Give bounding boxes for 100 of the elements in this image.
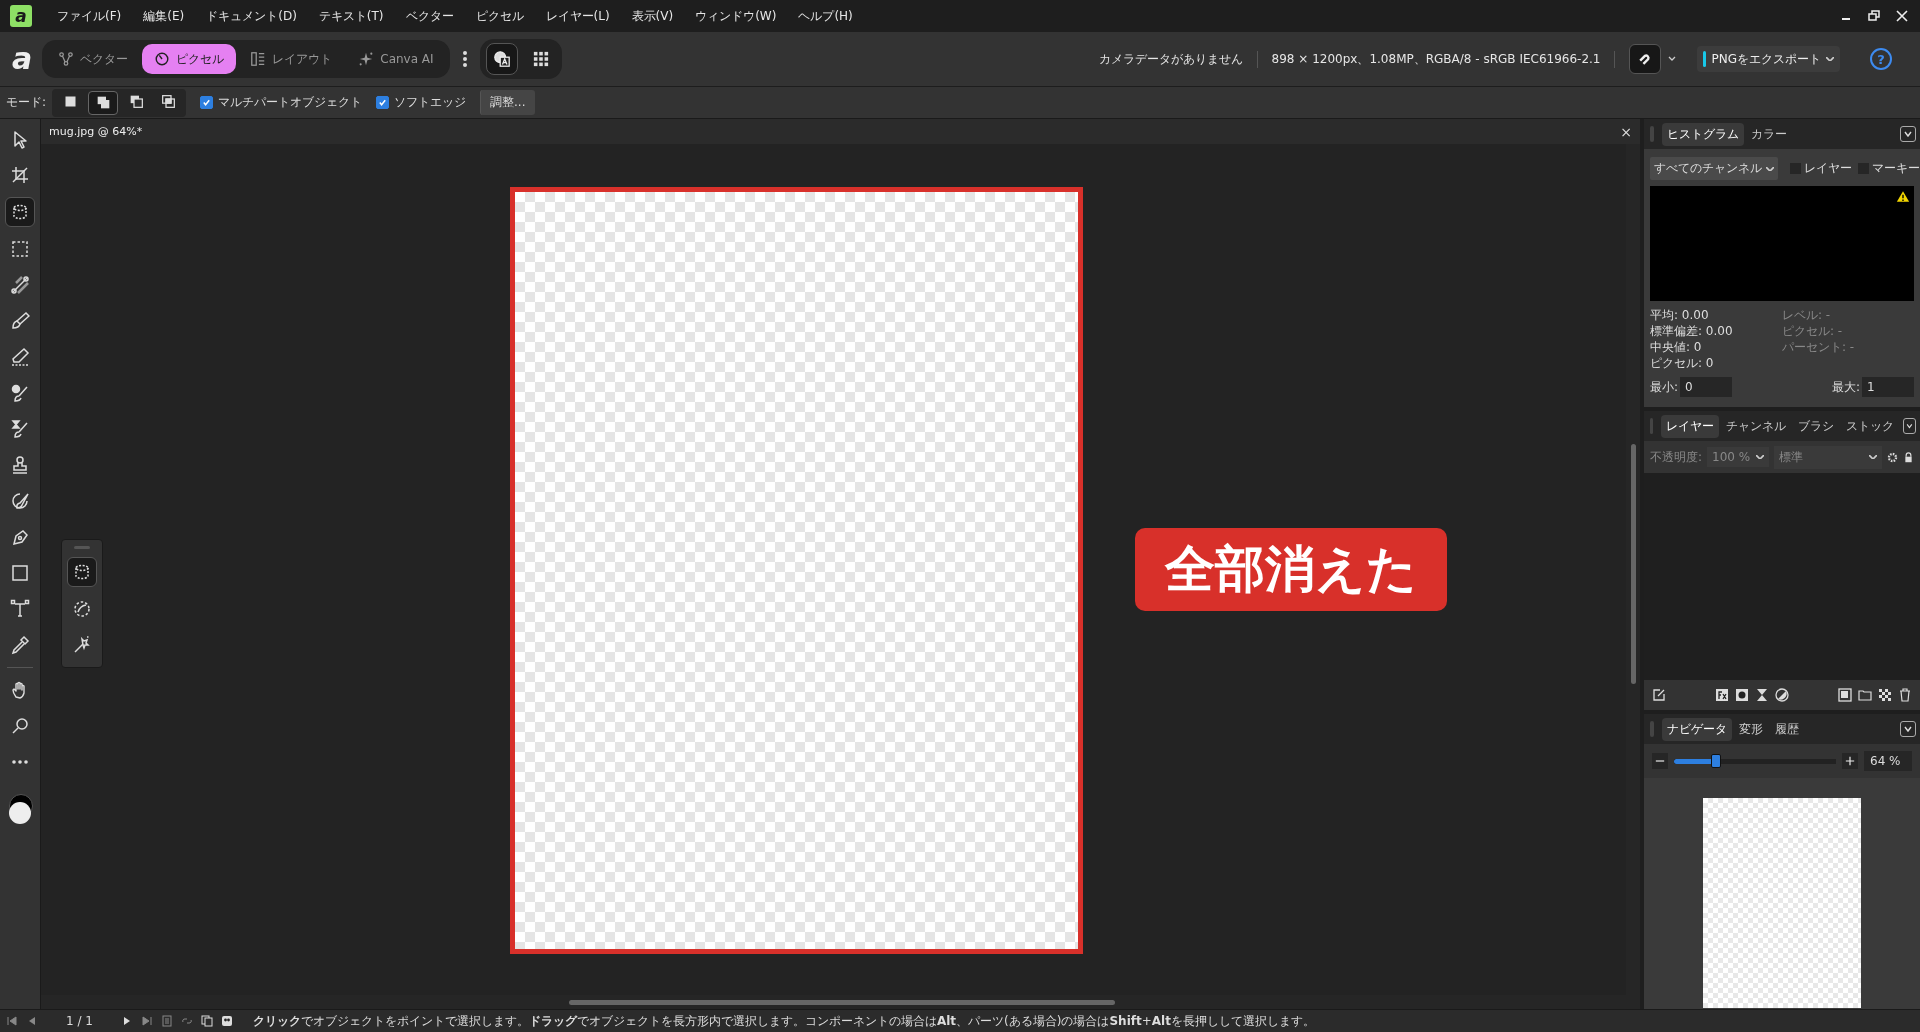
panel-tab[interactable]: ヒストグラム: [1662, 122, 1744, 146]
panel-tab[interactable]: レイヤー: [1661, 414, 1720, 438]
zoom-icon: [10, 716, 30, 736]
panel-tab[interactable]: ナビゲータ: [1662, 717, 1732, 741]
checkerboard-icon[interactable]: [1878, 688, 1892, 702]
min-field[interactable]: 0: [1680, 377, 1733, 397]
sparkle-icon: [358, 51, 375, 67]
stat-text: 平均: 0.00: [1650, 307, 1710, 323]
adjust-button[interactable]: 調整...: [480, 90, 535, 115]
zoom-slider-thumb[interactable]: [1711, 754, 1722, 768]
snapping-button[interactable]: [1629, 44, 1662, 74]
checkbox-label: ソフトエッジ: [394, 94, 467, 111]
pen-icon: [10, 527, 30, 547]
more-icon[interactable]: [461, 49, 468, 69]
more-icon: [10, 759, 30, 765]
checkbox[interactable]: [376, 96, 390, 109]
menu-item[interactable]: 編集(E): [132, 7, 196, 25]
settings-icon[interactable]: [1887, 451, 1898, 463]
caret-icon[interactable]: [1756, 455, 1765, 459]
add-layer-icon[interactable]: [1838, 688, 1852, 702]
collapse-icon[interactable]: [1900, 126, 1916, 142]
persona-tab[interactable]: レイアウト: [238, 44, 345, 74]
menu-item[interactable]: ウィンドウ(W): [684, 7, 788, 25]
menu-item[interactable]: ヘルプ(H): [787, 7, 864, 25]
option-checkbox[interactable]: レイヤー: [1790, 160, 1852, 177]
stat-text: パーセント: -: [1782, 339, 1856, 355]
caret-icon[interactable]: [1766, 166, 1774, 171]
rectangle-icon: [10, 563, 30, 583]
document-tab[interactable]: mug.jpg @ 64%* ×: [41, 119, 1640, 144]
caret-icon[interactable]: [1826, 57, 1834, 61]
panel-tab[interactable]: ストック: [1841, 414, 1900, 438]
brush-icon: [10, 311, 30, 331]
check-icon: [378, 98, 388, 107]
close-tab-button[interactable]: ×: [1620, 123, 1632, 140]
menu-item[interactable]: ファイル(F): [46, 7, 133, 25]
menu-item[interactable]: レイヤー(L): [534, 7, 621, 25]
selection-brush-icon: [10, 202, 30, 222]
eraser-icon: [10, 347, 30, 367]
panel-tab[interactable]: 履歴: [1770, 717, 1804, 741]
panel-tab[interactable]: ブラシ: [1793, 414, 1840, 438]
opacity-label: 不透明度:: [1650, 448, 1703, 466]
selection-brush-icon: [72, 562, 92, 582]
lock-icon[interactable]: [1903, 451, 1914, 463]
edit-icon[interactable]: [1652, 688, 1666, 702]
option-checkbox[interactable]: マーキー: [1858, 160, 1920, 177]
gradient-icon: [10, 275, 30, 295]
selection-mode-button[interactable]: [88, 90, 119, 115]
grid-icon: [532, 51, 549, 67]
app-logo: a: [10, 5, 32, 27]
subtract-selection-icon: [128, 94, 144, 109]
export-button[interactable]: PNGをエクスポート: [1697, 46, 1840, 72]
first-page-icon[interactable]: [6, 1015, 18, 1027]
max-field[interactable]: 1: [1862, 377, 1914, 397]
trash-icon[interactable]: [1898, 688, 1912, 702]
document-icon[interactable]: [160, 1015, 173, 1027]
zoom-field[interactable]: 64 %: [1864, 751, 1912, 771]
document-info: 898 × 1200px、1.08MP、RGBA/8 - sRGB IEC61966-2.1: [1257, 50, 1616, 68]
stamp-icon: [10, 455, 30, 475]
mask-icon[interactable]: [1735, 688, 1749, 702]
persona-tab[interactable]: ピクセル: [142, 44, 237, 74]
menu-item[interactable]: テキスト(T): [307, 7, 395, 25]
pages-icon[interactable]: [200, 1015, 213, 1027]
checkbox[interactable]: [200, 96, 214, 109]
stat-text: 標準偏差: 0.00: [1650, 323, 1734, 339]
warning-icon: [1896, 190, 1910, 203]
intersect-selection-icon: [160, 94, 176, 109]
collapse-icon[interactable]: [1903, 418, 1916, 434]
assistant-button[interactable]: [485, 43, 518, 75]
hourglass-icon[interactable]: [1755, 688, 1769, 702]
caret-icon[interactable]: [1869, 455, 1877, 459]
menu-item[interactable]: 表示(V): [620, 7, 685, 25]
selection-brush-tool[interactable]: [67, 557, 97, 587]
assistant-icon[interactable]: [220, 1015, 233, 1027]
menu-item[interactable]: ピクセル: [464, 7, 535, 25]
persona-tab[interactable]: Canva AI: [346, 44, 446, 74]
link-icon[interactable]: [180, 1015, 193, 1027]
folder-icon[interactable]: [1858, 688, 1872, 702]
zoom-in-button[interactable]: [1842, 753, 1858, 769]
persona-tab[interactable]: ベクター: [46, 44, 141, 74]
vector-icon: [58, 51, 75, 67]
panel-tab[interactable]: カラー: [1746, 122, 1792, 146]
zoom-out-button[interactable]: [1652, 753, 1668, 769]
checkbox-label: マーキー: [1872, 160, 1920, 177]
panel-tab[interactable]: 変形: [1734, 717, 1768, 741]
menu-item[interactable]: ベクター: [394, 7, 465, 25]
collapse-icon[interactable]: [1900, 721, 1916, 737]
marquee-icon: [10, 239, 30, 259]
channel-dropdown[interactable]: すべてのチャンネル: [1650, 157, 1778, 180]
last-page-icon[interactable]: [140, 1015, 153, 1027]
callout-label: 全部消えた: [1135, 528, 1447, 611]
min-label: 最小:: [1650, 378, 1679, 396]
camera-info: カメラデータがありません: [1084, 50, 1258, 68]
adjustment-icon[interactable]: [1775, 688, 1789, 702]
panel-tab[interactable]: チャンネル: [1721, 414, 1792, 438]
fx-icon[interactable]: [1715, 688, 1729, 702]
menu-item[interactable]: ドキュメント(D): [195, 7, 308, 25]
help-button[interactable]: ?: [1870, 48, 1892, 70]
stat-text: ピクセル: 0: [1650, 355, 1715, 371]
selection-brush-tool[interactable]: [5, 197, 35, 227]
option-checkbox[interactable]: ソフトエッジ: [376, 94, 467, 111]
